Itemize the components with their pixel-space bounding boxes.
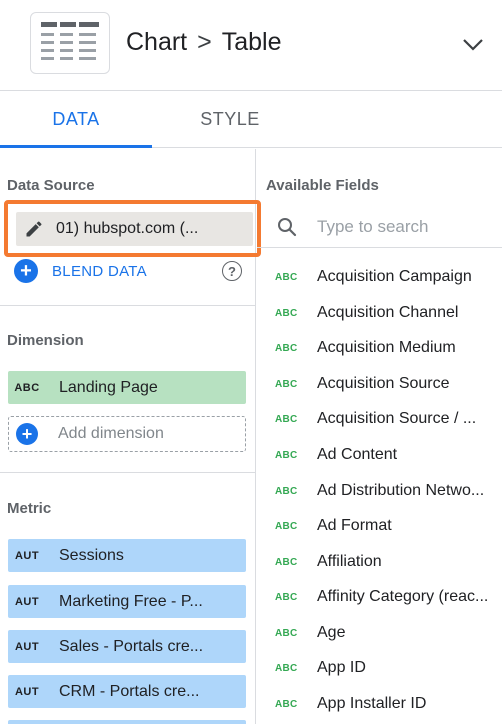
field-label: Affiliation [317,553,382,570]
text-type-icon: ABC [275,449,298,461]
breadcrumb: Chart > Table [126,28,282,57]
plus-circle-icon: + [16,423,38,445]
field-item[interactable]: ABC Ad Format [275,514,501,538]
search-icon [275,215,299,239]
dimension-chip-label: Landing Page [59,378,158,396]
metric-chip-label: Sales - Portals cre... [59,637,204,655]
metric-chip-sales-portals[interactable]: AUT Sales - Portals cre... [8,630,246,663]
metric-chip-partial[interactable] [8,720,246,724]
breadcrumb-chart: Chart [126,28,188,56]
field-search [257,207,502,247]
pencil-icon[interactable] [16,212,52,246]
chevron-down-icon[interactable] [458,30,488,60]
search-underline [257,247,502,248]
text-type-icon: ABC [275,485,298,497]
field-item[interactable]: ABC Ad Content [275,443,501,467]
field-item[interactable]: ABC Acquisition Source / ... [275,407,501,431]
data-source-title: Data Source [7,177,95,194]
table-chart-icon[interactable] [30,12,110,74]
metric-chip-sessions[interactable]: AUT Sessions [8,539,246,572]
tab-bar: DATA STYLE [0,91,502,148]
metric-chip-label: CRM - Portals cre... [59,682,200,700]
field-item[interactable]: ABC Affinity Category (reac... [275,585,501,609]
breadcrumb-separator: > [197,28,212,56]
field-label: Acquisition Campaign [317,268,472,285]
plus-circle-icon: + [14,259,38,283]
text-type-icon: ABC [275,413,298,425]
tab-style[interactable]: STYLE [154,91,306,147]
blend-data-label: BLEND DATA [52,262,147,280]
field-label: Ad Distribution Netwo... [317,482,485,499]
help-circle-icon[interactable]: ? [222,261,242,281]
text-type-icon: ABC [14,381,40,394]
field-label: Acquisition Channel [317,304,459,321]
field-label: Affinity Category (reac... [317,588,489,605]
text-type-icon: ABC [275,556,298,568]
field-item[interactable]: ABC Acquisition Medium [275,336,501,360]
auto-type-icon: AUT [14,549,40,562]
text-type-icon: ABC [275,662,298,674]
metric-title: Metric [7,500,52,517]
data-config-panel: Data Source 01) hubspot.com (... + BLEND… [0,149,261,724]
auto-type-icon: AUT [14,640,40,653]
field-label: Acquisition Medium [317,339,456,356]
dimension-title: Dimension [7,332,84,349]
available-fields-panel: Available Fields ABC Acquisition Campaig… [257,149,502,724]
field-label: Age [317,624,346,641]
field-item[interactable]: ABC Acquisition Source [275,372,501,396]
field-item[interactable]: ABC Affiliation [275,550,501,574]
field-label: Ad Content [317,446,398,463]
field-label: App ID [317,659,366,676]
metric-chip-label: Sessions [59,546,124,564]
add-dimension-label: Add dimension [58,425,164,442]
field-item[interactable]: ABC App ID [275,656,501,680]
field-label: Ad Format [317,517,392,534]
field-item[interactable]: ABC Acquisition Channel [275,301,501,325]
data-source-selector[interactable]: 01) hubspot.com (... [16,212,253,246]
dimension-chip-landing-page[interactable]: ABC Landing Page [8,371,246,404]
section-divider [0,305,256,306]
data-source-name: 01) hubspot.com (... [56,220,199,237]
text-type-icon: ABC [275,378,298,390]
field-label: Acquisition Source / ... [317,410,477,427]
breadcrumb-table: Table [221,28,282,56]
metric-chip-label: Marketing Free - P... [59,592,203,610]
metric-chip-marketing-free[interactable]: AUT Marketing Free - P... [8,585,246,618]
panel-header: Chart > Table [0,0,502,91]
auto-type-icon: AUT [14,685,40,698]
text-type-icon: ABC [275,271,298,283]
text-type-icon: ABC [275,307,298,319]
field-item[interactable]: ABC Ad Distribution Netwo... [275,479,501,503]
text-type-icon: ABC [275,591,298,603]
field-label: App Installer ID [317,695,427,712]
section-divider [0,472,256,473]
text-type-icon: ABC [275,698,298,710]
field-item[interactable]: ABC Acquisition Campaign [275,265,501,289]
field-item[interactable]: ABC App Installer ID [275,692,501,716]
field-search-input[interactable] [317,217,497,237]
field-item[interactable]: ABC Age [275,621,501,645]
field-label: Acquisition Source [317,375,450,392]
data-source-highlight: 01) hubspot.com (... [4,200,261,257]
blend-data-button[interactable]: + BLEND DATA ? [14,259,250,283]
metric-chip-crm-portals[interactable]: AUT CRM - Portals cre... [8,675,246,708]
add-dimension-button[interactable]: + Add dimension [8,416,246,452]
text-type-icon: ABC [275,627,298,639]
available-fields-title: Available Fields [266,177,379,194]
text-type-icon: ABC [275,520,298,532]
tab-data[interactable]: DATA [0,91,152,148]
auto-type-icon: AUT [14,595,40,608]
text-type-icon: ABC [275,342,298,354]
